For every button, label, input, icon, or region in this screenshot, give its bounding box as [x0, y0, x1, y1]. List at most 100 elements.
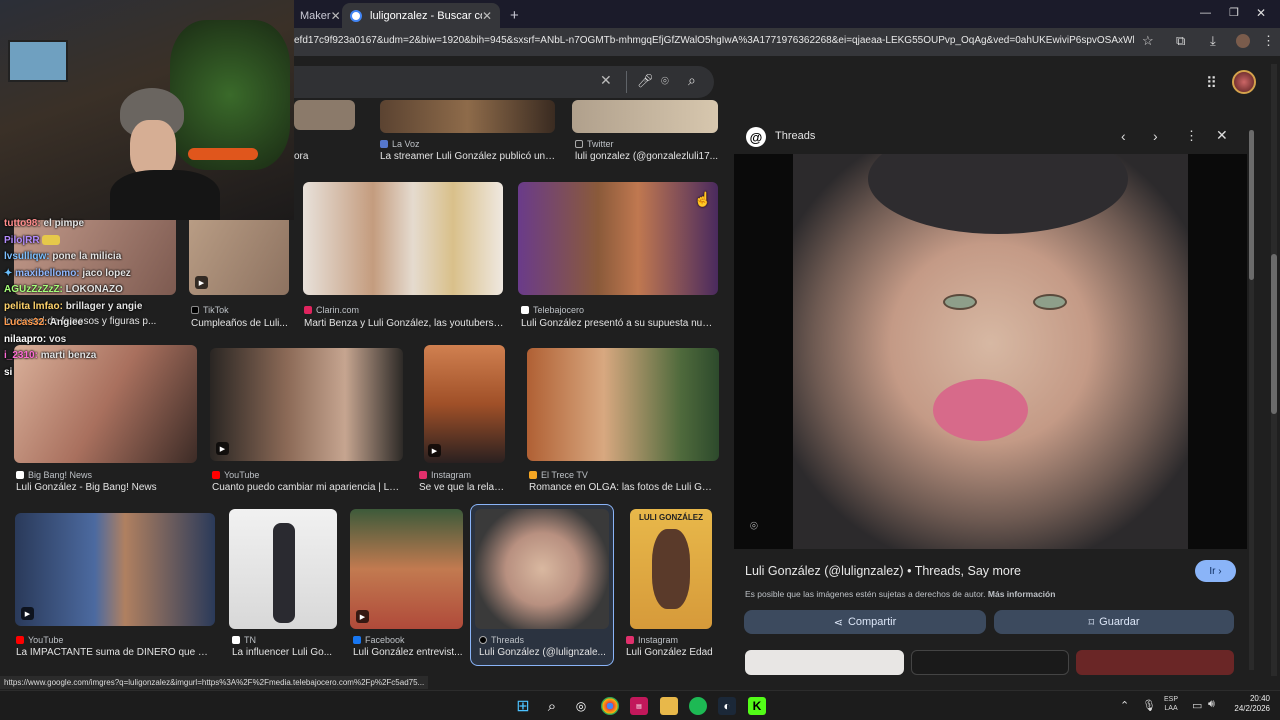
chat-user: AGUzZzZzZ:	[4, 284, 63, 295]
result-caption[interactable]: La streamer Luli González publicó una ..…	[380, 151, 558, 162]
new-tab-button[interactable]: +	[502, 3, 522, 28]
minimize-icon[interactable]: —	[1200, 7, 1211, 19]
next-icon[interactable]: ›	[1153, 128, 1158, 144]
close-icon[interactable]: ✕	[1216, 127, 1228, 144]
preview-image-area[interactable]: ⌾	[734, 154, 1247, 549]
chat-line: si	[4, 365, 294, 382]
chat-msg: LOKONAZO	[65, 284, 123, 295]
person-silhouette	[273, 523, 295, 623]
chrome-icon[interactable]	[601, 697, 619, 715]
app-icon[interactable]: ▤	[630, 697, 648, 715]
result-thumb[interactable]: LULI GONZÁLEZ	[630, 509, 712, 629]
result-thumb[interactable]	[303, 182, 503, 295]
visit-button[interactable]: Ir ›	[1195, 560, 1236, 582]
result-caption[interactable]: Se ve que la relaci...	[419, 482, 507, 493]
profile-avatar[interactable]	[1236, 34, 1250, 48]
result-thumb[interactable]	[518, 182, 718, 295]
result-thumb[interactable]: ▶	[424, 345, 505, 463]
network-icon[interactable]: ▭	[1192, 699, 1202, 712]
kick-icon[interactable]: K	[748, 697, 766, 715]
extensions-icon[interactable]: ⧉	[1176, 33, 1185, 49]
apps-grid-icon[interactable]: ⠿	[1206, 74, 1217, 92]
panel-title[interactable]: Luli González (@lulignzalez) • Threads, …	[745, 564, 1021, 578]
result-caption[interactable]: Luli González presentó a su supuesta nue…	[521, 318, 717, 329]
result-caption[interactable]: La IMPACTANTE suma de DINERO que RE...	[16, 647, 214, 658]
result-thumb[interactable]	[229, 509, 337, 629]
result-thumb[interactable]: ▶	[15, 513, 215, 626]
steam-icon[interactable]: ◐	[718, 697, 736, 715]
download-icon[interactable]: ⤓	[1210, 33, 1216, 49]
more-info-link[interactable]: Más información	[988, 589, 1056, 599]
copilot-icon[interactable]: ◎	[572, 697, 590, 715]
tab-google-search[interactable]: luligonzalez - Buscar con Goog ✕	[342, 3, 500, 28]
scrollbar-thumb[interactable]	[1271, 254, 1277, 414]
result-caption[interactable]: Luli González entrevist...	[353, 647, 463, 658]
result-source: Clarin.com	[304, 305, 359, 315]
result-caption[interactable]: ora	[294, 151, 354, 162]
result-caption[interactable]: Cuanto puedo cambiar mi apariencia | Lul…	[212, 482, 402, 493]
close-icon[interactable]: ✕	[331, 9, 341, 23]
scrollbar-thumb[interactable]	[1249, 130, 1254, 280]
save-button[interactable]: ⌑ Guardar	[994, 610, 1234, 634]
related-thumb[interactable]	[911, 650, 1069, 675]
result-caption[interactable]: Luli González (@lulignzale...	[479, 647, 607, 658]
microphone-icon[interactable]: 🎤︎	[637, 73, 654, 89]
result-thumb[interactable]: ▶	[350, 509, 463, 629]
page-scrollbar[interactable]	[1271, 64, 1277, 676]
previous-icon[interactable]: ‹	[1121, 128, 1126, 144]
language-indicator[interactable]: ESP LAA	[1164, 695, 1178, 713]
panel-scrollbar[interactable]	[1249, 130, 1254, 670]
clock[interactable]: 20:40 24/2/2026	[1226, 694, 1270, 714]
result-source: Twitter	[575, 139, 614, 149]
play-icon: ▶	[21, 607, 34, 620]
chat-line: AGUzZzZzZ: LOKONAZO	[4, 282, 294, 299]
close-icon[interactable]: ✕	[482, 9, 492, 23]
search-icon[interactable]: ⌕	[688, 72, 696, 89]
lang-layout: LAA	[1164, 705, 1178, 712]
result-caption[interactable]: luli gonzalez (@gonzalezluli17...	[575, 151, 720, 162]
result-thumb-selected[interactable]	[475, 509, 609, 629]
share-icon: ⋖	[833, 616, 843, 629]
panel-source[interactable]: Threads	[775, 130, 815, 142]
result-caption[interactable]: Luli González - Big Bang! News	[16, 482, 196, 493]
file-explorer-icon[interactable]	[660, 697, 678, 715]
clear-search-icon[interactable]: ✕	[600, 72, 612, 89]
volume-icon[interactable]: 🔊︎	[1208, 698, 1215, 711]
tab-maker[interactable]: Maker ✕	[292, 3, 342, 28]
windows-start-icon[interactable]: ⊞	[514, 697, 532, 715]
close-window-icon[interactable]: ✕	[1256, 6, 1266, 20]
mic-tray-icon[interactable]: 🎙︎	[1142, 699, 1156, 712]
badge-icon: ✦	[4, 267, 13, 279]
lens-icon[interactable]: ⌾	[661, 73, 669, 89]
related-thumb[interactable]	[1076, 650, 1234, 675]
preview-image[interactable]	[793, 154, 1188, 549]
share-button[interactable]: ⋖ Compartir	[744, 610, 986, 634]
chat-msg: pone la milicia	[52, 251, 122, 262]
result-thumb[interactable]	[527, 348, 719, 461]
bookmark-star-icon[interactable]: ☆	[1142, 33, 1154, 49]
result-caption[interactable]: La influencer Luli Go...	[232, 647, 334, 658]
related-thumb[interactable]	[745, 650, 904, 675]
chat-user: nilaapro:	[4, 333, 47, 345]
result-thumb[interactable]	[380, 100, 555, 133]
result-caption[interactable]: Romance en OLGA: las fotos de Luli Gon..…	[529, 482, 717, 493]
search-box[interactable]: ✕ 🎤︎ ⌾ ⌕	[294, 66, 714, 98]
spotify-icon[interactable]	[689, 697, 707, 715]
person-silhouette	[652, 529, 690, 609]
result-caption[interactable]: Marti Benza y Luli González, las youtube…	[304, 318, 504, 329]
stream-chat: tutto98: el pimpe Pilo|RR lvsulliqw: pon…	[4, 216, 294, 386]
chat-msg: marti benza	[40, 350, 97, 361]
account-avatar[interactable]	[1232, 70, 1256, 94]
more-options-icon[interactable]: ⋮	[1185, 128, 1198, 144]
search-icon[interactable]: ⌕	[543, 697, 561, 715]
result-thumb[interactable]	[294, 100, 355, 130]
url-field[interactable]: efd17c9f923a0167&udm=2&biw=1920&bih=945&…	[294, 35, 1134, 46]
result-source: Telebajocero	[521, 305, 584, 315]
tray-chevron-icon[interactable]: ⌃	[1120, 699, 1129, 712]
lens-search-icon[interactable]: ⌾	[750, 518, 758, 534]
result-caption[interactable]: Luli González Edad	[626, 647, 722, 658]
restore-icon[interactable]: ❐	[1229, 6, 1239, 19]
menu-dots-icon[interactable]: ⋮	[1262, 33, 1275, 49]
clock-time: 20:40	[1249, 694, 1270, 703]
result-thumb[interactable]	[572, 100, 718, 133]
